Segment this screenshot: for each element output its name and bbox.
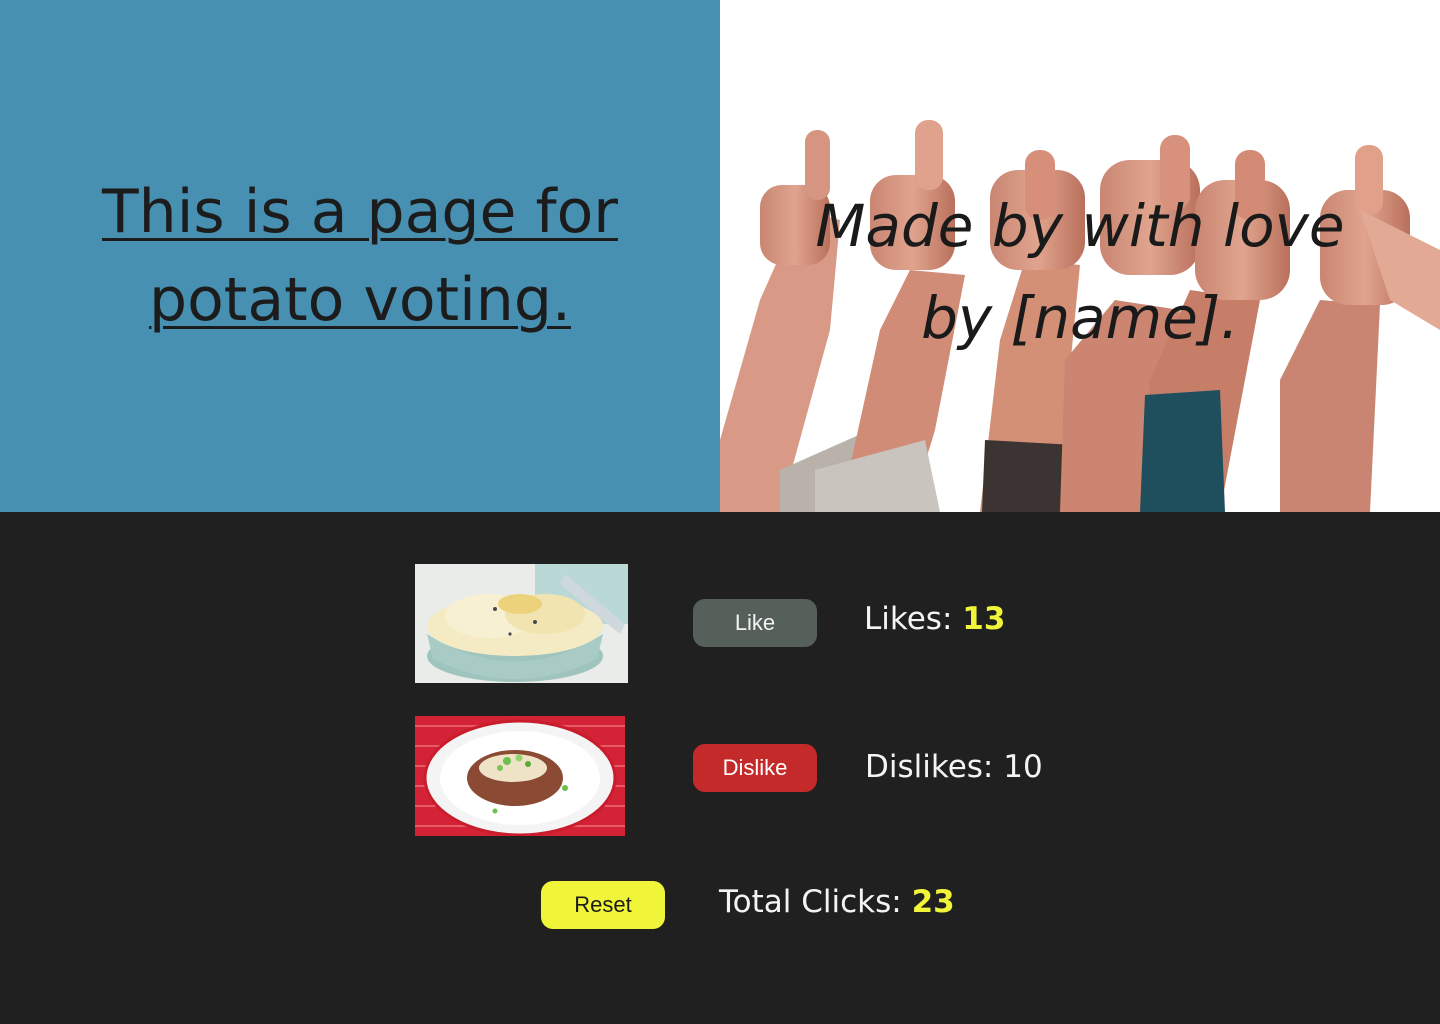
dislikes-label: Dislikes: <box>865 749 994 785</box>
credit-text: Made by with love by [name]. <box>810 180 1350 364</box>
likes-label: Likes: <box>864 601 953 637</box>
credit-line-1: Made by with love <box>815 192 1345 260</box>
reset-button[interactable]: Reset <box>541 881 665 929</box>
mashed-potato-image <box>415 564 628 683</box>
intro-panel: This is a page for potato voting. <box>0 0 720 512</box>
voting-section: Like Likes: 13 Dislike Dislikes: 10 Rese… <box>0 512 1440 1024</box>
page-title-line-2: potato voting. <box>149 265 571 335</box>
credit-line-2: by [name]. <box>921 284 1239 352</box>
page-title: This is a page for potato voting. <box>80 168 640 344</box>
likes-count: 13 <box>962 601 1006 637</box>
dislikes-count: 10 <box>1003 749 1043 785</box>
total-clicks-counter: Total Clicks: 23 <box>719 884 955 920</box>
total-clicks-count: 23 <box>911 884 955 920</box>
dislikes-counter: Dislikes: 10 <box>865 749 1043 785</box>
baked-potato-image <box>415 716 625 836</box>
likes-counter: Likes: 13 <box>864 601 1005 637</box>
page-title-link[interactable]: This is a page for potato voting. <box>102 177 618 335</box>
like-button[interactable]: Like <box>693 599 817 647</box>
hero-section: This is a page for potato voting. Made b… <box>0 0 1440 512</box>
credit-panel: Made by with love by [name]. <box>720 0 1440 512</box>
dislike-button[interactable]: Dislike <box>693 744 817 792</box>
total-clicks-label: Total Clicks: <box>719 884 902 920</box>
page-title-line-1: This is a page for <box>102 177 618 247</box>
